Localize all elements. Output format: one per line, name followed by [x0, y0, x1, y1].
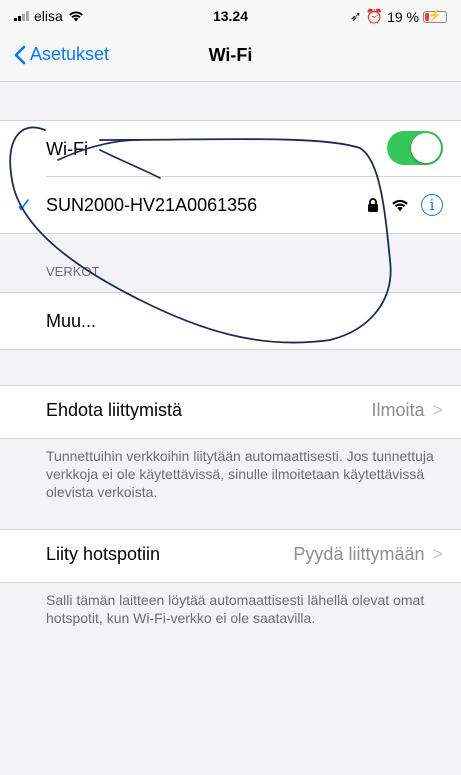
alarm-icon: ⏰ — [365, 8, 384, 24]
network-status-icons: i — [367, 194, 443, 216]
battery-icon: ⚡ — [423, 9, 447, 23]
lock-icon — [368, 198, 378, 212]
wifi-signal-icon — [392, 199, 408, 212]
ask-to-join-label: Ehdota liittymistä — [46, 400, 183, 420]
toggle-knob — [411, 133, 441, 163]
ask-to-join-value-wrap: Ilmoita > — [371, 400, 443, 421]
info-icon[interactable]: i — [421, 194, 443, 216]
other-network-label: Muu... — [46, 310, 97, 331]
location-icon: ➶ — [349, 8, 362, 24]
networks-header: VERKOT — [46, 264, 100, 279]
hotspot-label: Liity hotspotiin — [46, 544, 161, 564]
wifi-group: Wi-Fi ✓ SUN2000-HV21A0061356 i — [0, 120, 461, 234]
ask-to-join-description: Tunnettuihin verkkoihin liitytään automa… — [46, 448, 434, 500]
wifi-toggle-row: Wi-Fi — [0, 121, 461, 177]
hotspot-value-wrap: Pyydä liittymään > — [293, 544, 443, 565]
navigation-bar: Asetukset Wi-Fi — [0, 34, 461, 82]
ask-to-join-group[interactable]: Ehdota liittymistä Ilmoita > — [0, 385, 461, 439]
hotspot-description: Salli tämän laitteen löytää automaattise… — [46, 592, 425, 626]
wifi-toggle-label: Wi-Fi — [46, 138, 88, 159]
hotspot-group[interactable]: Liity hotspotiin Pyydä liittymään > — [0, 529, 461, 583]
connected-network-row[interactable]: ✓ SUN2000-HV21A0061356 i — [0, 177, 461, 233]
status-right: ➶ ⏰ 19 % ⚡ — [350, 8, 447, 25]
battery-percentage: 19 % — [387, 8, 419, 25]
status-bar: elisa 13.24 ➶ ⏰ 19 % ⚡ — [0, 0, 461, 34]
hotspot-value: Pyydä liittymään — [293, 544, 425, 564]
chevron-right-icon: > — [432, 400, 443, 420]
charging-bolt-icon: ⚡ — [428, 9, 442, 22]
checkmark-icon: ✓ — [16, 194, 33, 217]
other-network-row[interactable]: Muu... — [0, 293, 461, 349]
page-title: Wi-Fi — [208, 45, 253, 65]
network-name: SUN2000-HV21A0061356 — [46, 194, 258, 215]
ask-to-join-value: Ilmoita — [371, 400, 425, 420]
chevron-right-icon: > — [432, 544, 443, 564]
wifi-toggle[interactable] — [387, 131, 443, 165]
networks-group: Muu... — [0, 292, 461, 350]
